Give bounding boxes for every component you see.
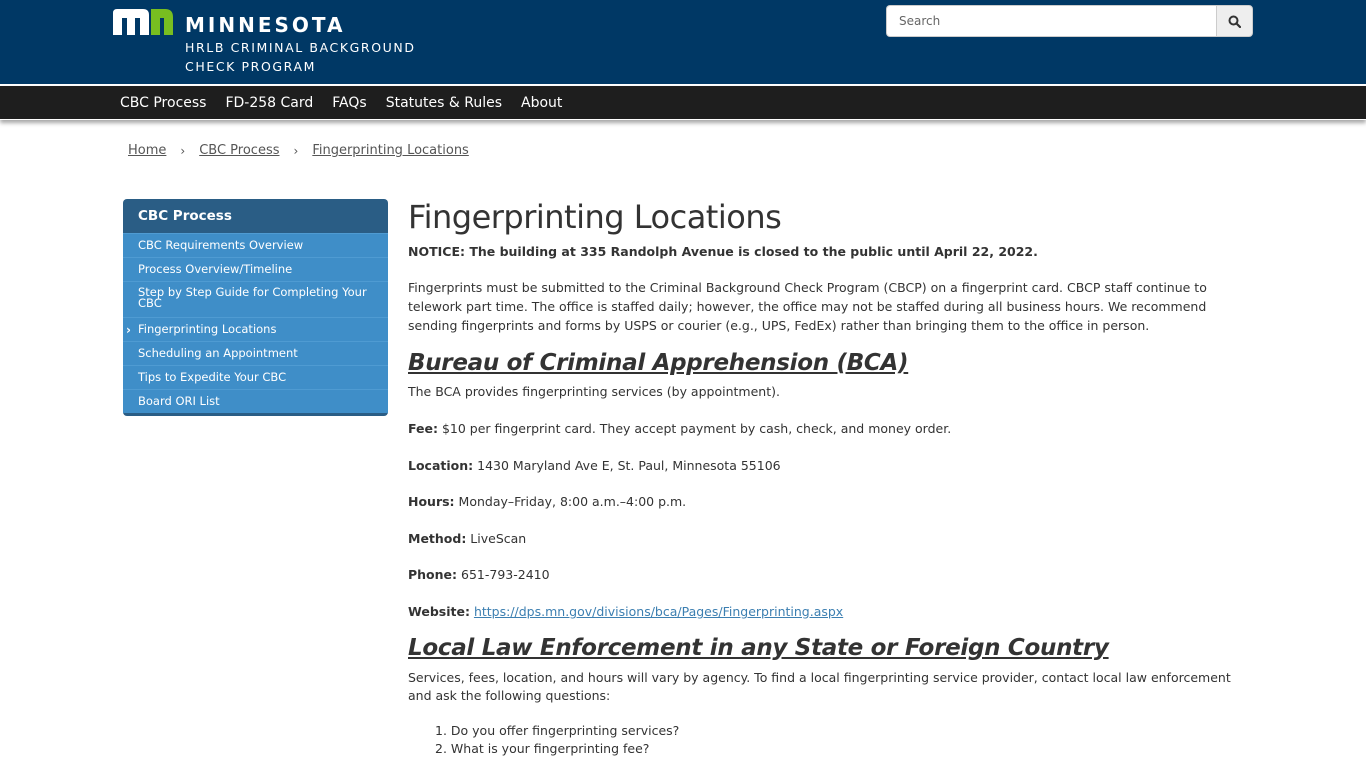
logo-text: MINNESOTA HRLB CRIMINAL BACKGROUND CHECK… <box>185 12 416 76</box>
breadcrumb-cbc-process[interactable]: CBC Process <box>199 143 279 158</box>
bca-heading: Bureau of Criminal Apprehension (BCA) <box>408 350 909 376</box>
breadcrumb-home[interactable]: Home <box>128 143 166 158</box>
website-label: Website: <box>408 604 470 619</box>
method-label: Method: <box>408 531 467 546</box>
list-item: Do you offer fingerprinting services? <box>435 722 1238 740</box>
main-nav: CBC Process FD-258 Card FAQs Statutes & … <box>0 86 1366 120</box>
sidebar-item-board-ori-list[interactable]: Board ORI List <box>123 390 388 413</box>
breadcrumb-separator-icon: › <box>180 143 186 158</box>
bca-location: Location: 1430 Maryland Ave E, St. Paul,… <box>408 457 1238 475</box>
method-value: LiveScan <box>466 531 527 546</box>
bca-website: Website: https://dps.mn.gov/divisions/bc… <box>408 603 1238 621</box>
logo-program-line2: CHECK PROGRAM <box>185 59 316 74</box>
fee-value: $10 per fingerprint card. They accept pa… <box>438 421 952 436</box>
bca-hours: Hours: Monday–Friday, 8:00 a.m.–4:00 p.m… <box>408 493 1238 511</box>
bca-method: Method: LiveScan <box>408 530 1238 548</box>
sidebar-item-scheduling-an-appointment[interactable]: Scheduling an Appointment <box>123 342 388 365</box>
sidebar-item-fingerprinting-locations[interactable]: Fingerprinting Locations <box>123 318 388 341</box>
closure-notice: NOTICE: The building at 335 Randolph Ave… <box>408 244 1038 259</box>
phone-label: Phone: <box>408 567 458 582</box>
breadcrumb-separator-icon: › <box>293 143 299 158</box>
search-icon <box>1228 15 1241 28</box>
logo-program-line1: HRLB CRIMINAL BACKGROUND <box>185 40 416 55</box>
bca-phone: Phone: 651-793-2410 <box>408 566 1238 584</box>
bca-fee: Fee: $10 per fingerprint card. They acce… <box>408 420 1238 438</box>
hours-label: Hours: <box>408 494 455 509</box>
breadcrumb: Home › CBC Process › Fingerprinting Loca… <box>128 143 469 158</box>
page-title: Fingerprinting Locations <box>408 198 782 236</box>
chevron-right-icon: › <box>126 323 131 337</box>
search-input[interactable] <box>886 5 1216 37</box>
nav-item-cbc-process[interactable]: CBC Process <box>120 95 206 111</box>
sidebar-item-cbc-requirements-overview[interactable]: CBC Requirements Overview <box>123 234 388 257</box>
mn-logo-mark-icon <box>113 9 173 35</box>
nav-item-faqs[interactable]: FAQs <box>332 95 366 111</box>
nav-item-statutes-rules[interactable]: Statutes & Rules <box>386 95 502 111</box>
search-form <box>886 5 1253 37</box>
minnesota-logo[interactable]: MINNESOTA HRLB CRIMINAL BACKGROUND CHECK… <box>113 9 414 74</box>
fee-label: Fee: <box>408 421 438 436</box>
hours-value: Monday–Friday, 8:00 a.m.–4:00 p.m. <box>454 494 687 509</box>
questions-list: Do you offer fingerprinting services? Wh… <box>435 722 1238 758</box>
search-button[interactable] <box>1216 5 1253 37</box>
bca-website-link[interactable]: https://dps.mn.gov/divisions/bca/Pages/F… <box>474 604 843 619</box>
bca-description: The BCA provides fingerprinting services… <box>408 384 780 399</box>
logo-state-name: MINNESOTA <box>185 13 346 37</box>
intro-paragraph: Fingerprints must be submitted to the Cr… <box>408 280 1207 333</box>
nav-item-fd-258-card[interactable]: FD-258 Card <box>225 95 313 111</box>
local-law-enforcement-heading: Local Law Enforcement in any State or Fo… <box>408 635 1109 661</box>
main-content: Fingerprinting Locations NOTICE: The bui… <box>408 196 1238 758</box>
sidebar-title: CBC Process <box>138 208 232 224</box>
location-label: Location: <box>408 458 474 473</box>
breadcrumb-fingerprinting-locations[interactable]: Fingerprinting Locations <box>312 143 469 158</box>
list-item: What is your fingerprinting fee? <box>435 740 1238 758</box>
sidebar-item-tips-to-expedite[interactable]: Tips to Expedite Your CBC <box>123 366 388 389</box>
local-description: Services, fees, location, and hours will… <box>408 670 1231 703</box>
sidebar-nav: CBC Process CBC Requirements Overview Pr… <box>123 199 388 416</box>
sidebar-item-step-by-step-guide[interactable]: Step by Step Guide for Completing Your C… <box>123 282 388 317</box>
location-value: 1430 Maryland Ave E, St. Paul, Minnesota… <box>473 458 781 473</box>
site-header: MINNESOTA HRLB CRIMINAL BACKGROUND CHECK… <box>0 0 1366 84</box>
sidebar-item-process-overview-timeline[interactable]: Process Overview/Timeline <box>123 258 388 281</box>
phone-value: 651-793-2410 <box>457 567 550 582</box>
nav-item-about[interactable]: About <box>521 95 562 111</box>
